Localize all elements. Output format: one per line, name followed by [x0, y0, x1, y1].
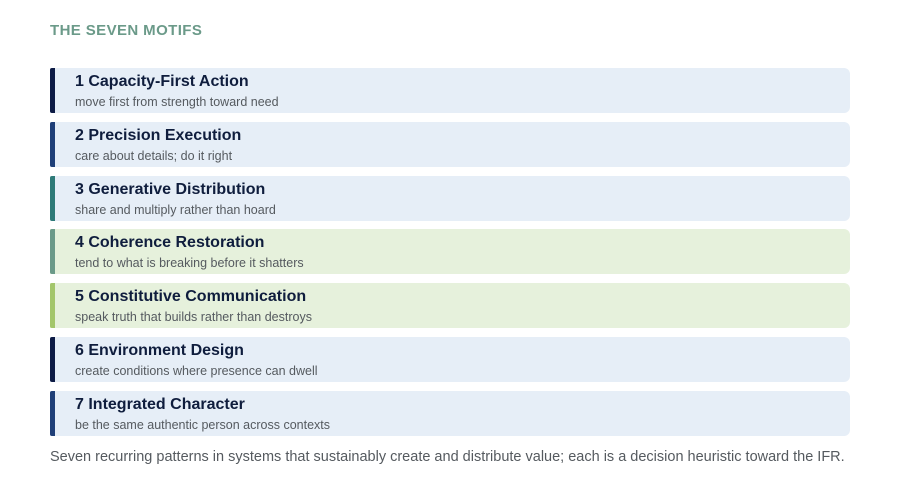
motif-title: 1 Capacity-First Action: [75, 73, 249, 90]
motif-card-4: 4 Coherence Restoration tend to what is …: [50, 229, 850, 275]
motif-card-2: 2 Precision Execution care about details…: [50, 121, 850, 167]
motif-description: care about details; do it right: [75, 148, 233, 163]
motif-card-6: 6 Environment Design create conditions w…: [50, 336, 850, 382]
motif-title: 7 Integrated Character: [75, 395, 245, 413]
motif-list: 1 Capacity-First Action move first from …: [50, 68, 850, 445]
motif-accent-bar: [50, 121, 55, 167]
motif-description: create conditions where presence can dwe…: [75, 363, 318, 378]
motif-title: 2 Precision Execution: [75, 126, 242, 144]
motif-description: share and multiply rather than hoard: [75, 202, 276, 217]
motif-description: tend to what is breaking before it shatt…: [75, 256, 304, 271]
motif-accent-bar: [50, 336, 55, 382]
motif-card-7: 7 Integrated Character be the same authe…: [50, 390, 850, 436]
motif-title: 3 Generative Distribution: [75, 180, 266, 198]
motif-accent-bar: [50, 283, 55, 329]
motif-description: be the same authentic person across cont…: [75, 417, 331, 432]
motif-accent-bar: [50, 229, 55, 275]
motif-title: 5 Constitutive Communication: [75, 288, 307, 306]
motif-card-3: 3 Generative Distribution share and mult…: [50, 175, 850, 221]
motif-card-1: 1 Capacity-First Action move first from …: [50, 68, 850, 113]
motif-accent-bar: [50, 68, 55, 113]
motif-description: speak truth that builds rather than dest…: [75, 310, 312, 325]
motif-accent-bar: [50, 390, 55, 436]
motif-accent-bar: [50, 175, 55, 221]
motif-title: 4 Coherence Restoration: [75, 234, 265, 252]
motif-card-5: 5 Constitutive Communication speak truth…: [50, 283, 850, 329]
section-heading: THE SEVEN MOTIFS: [50, 22, 203, 39]
motif-title: 6 Environment Design: [75, 341, 244, 359]
caption: Seven recurring patterns in systems that…: [50, 449, 845, 465]
motif-description: move first from strength toward need: [75, 95, 279, 109]
